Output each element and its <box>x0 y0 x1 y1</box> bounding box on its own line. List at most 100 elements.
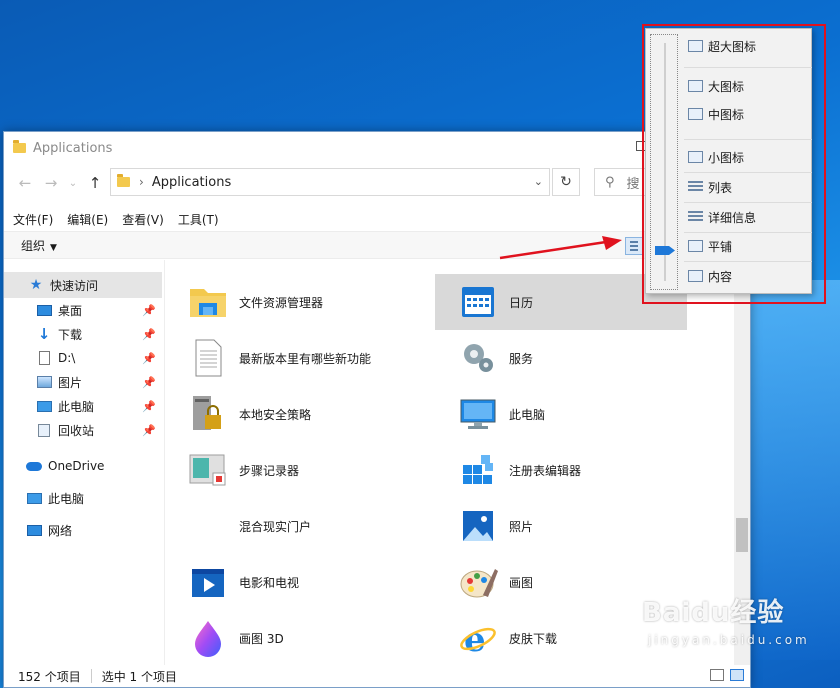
sidebar-item-label: 桌面 <box>58 303 83 318</box>
forward-button[interactable]: → <box>38 170 64 196</box>
menu-edit[interactable]: 编辑(E) <box>67 211 108 228</box>
document-icon <box>187 337 229 379</box>
status-divider <box>90 669 92 683</box>
details-view-icon[interactable] <box>710 669 724 681</box>
tile-label: 服务 <box>509 351 534 366</box>
breadcrumb-chevron-icon: › <box>139 175 144 189</box>
file-explorer-icon <box>187 281 229 323</box>
tile-label: 文件资源管理器 <box>239 295 324 310</box>
large-icons-view-icon[interactable] <box>730 669 744 681</box>
pin-icon: 📌 <box>142 352 156 365</box>
tile-label: 步骤记录器 <box>239 463 300 478</box>
computer-icon <box>26 491 42 505</box>
network-icon <box>26 523 42 537</box>
annotation-highlight-box <box>642 24 826 304</box>
organize-button[interactable]: 组织 ▼ <box>21 237 57 254</box>
pin-icon: 📌 <box>142 376 156 389</box>
sidebar-item-network[interactable]: 网络 <box>4 514 162 546</box>
tile-services[interactable]: 服务 <box>435 330 687 386</box>
photos-icon <box>457 505 499 547</box>
sidebar-item-label: D:\ <box>58 351 76 365</box>
sidebar-item-downloads[interactable]: ↓ 下载 📌 <box>4 322 162 346</box>
title-bar: Applications <box>4 132 750 164</box>
tile-this-pc[interactable]: 此电脑 <box>435 386 687 442</box>
search-placeholder: 搜 <box>626 176 640 192</box>
tile-steps-recorder[interactable]: 步骤记录器 <box>165 442 417 498</box>
tile-label: 最新版本里有哪些新功能 <box>239 351 372 366</box>
tile-movies-tv[interactable]: 电影和电视 <box>165 554 417 610</box>
tile-label: 画图 3D <box>239 631 284 646</box>
tile-local-security-policy[interactable]: 本地安全策略 <box>165 386 417 442</box>
drive-icon <box>36 351 52 365</box>
registry-editor-icon <box>457 449 499 491</box>
menu-view[interactable]: 查看(V) <box>122 211 164 228</box>
sidebar-item-desktop[interactable]: 桌面 📌 <box>4 298 162 322</box>
sidebar-item-recycle-bin[interactable]: 回收站 📌 <box>4 418 162 442</box>
computer-icon <box>36 399 52 413</box>
menu-bar: 文件(F) 编辑(E) 查看(V) 工具(T) <box>4 208 750 230</box>
sidebar-item-label: 图片 <box>58 375 83 390</box>
internet-explorer-icon: e <box>457 617 499 660</box>
caret-down-icon: ▼ <box>50 242 57 253</box>
tile-label: 此电脑 <box>509 407 546 422</box>
sidebar-item-d-drive[interactable]: D:\ 📌 <box>4 346 162 370</box>
steps-recorder-icon <box>187 449 229 491</box>
navigation-bar: ← → ⌄ ↑ › Applications ⌄ ↻ ⚲ 搜 <box>4 166 754 200</box>
download-icon: ↓ <box>37 325 51 343</box>
tile-label: 混合现实门户 <box>239 519 312 534</box>
svg-text:e: e <box>464 620 486 659</box>
sidebar-item-this-pc-pinned[interactable]: 此电脑 📌 <box>4 394 162 418</box>
tile-photos[interactable]: 照片 <box>435 498 687 554</box>
navigation-pane: ★ 快速访问 桌面 📌 ↓ 下载 📌 D:\ 📌 图片 📌 此电脑 📌 回收站 … <box>4 272 162 665</box>
calendar-icon <box>457 281 499 323</box>
pin-icon: 📌 <box>142 304 156 317</box>
sidebar-item-label: 回收站 <box>58 423 95 438</box>
refresh-button[interactable]: ↻ <box>552 168 580 196</box>
watermark-url: jingyan.baidu.com <box>648 633 810 647</box>
tile-file-explorer[interactable]: 文件资源管理器 <box>165 274 417 330</box>
computer-icon <box>457 393 499 435</box>
tile-label: 电影和电视 <box>239 575 300 590</box>
sidebar-item-label: 此电脑 <box>48 491 85 506</box>
tile-mixed-reality-portal[interactable]: 混合现实门户 <box>165 498 417 554</box>
selected-count: 选中 1 个项目 <box>101 669 177 684</box>
desktop-icon <box>36 303 52 317</box>
tile-paint-3d[interactable]: 画图 3D <box>165 610 417 666</box>
address-path: Applications <box>151 174 232 190</box>
recent-locations-button[interactable]: ⌄ <box>64 170 82 196</box>
sidebar-item-quick-access[interactable]: ★ 快速访问 <box>4 272 162 298</box>
back-button[interactable]: ← <box>12 170 38 196</box>
status-view-switcher <box>710 669 744 681</box>
paint-icon <box>457 561 499 603</box>
tile-label: 本地安全策略 <box>239 407 312 422</box>
pin-icon: 📌 <box>142 400 156 413</box>
arrow-right-icon: → <box>44 174 58 192</box>
tile-label: 日历 <box>509 295 534 310</box>
refresh-icon: ↻ <box>560 174 572 190</box>
file-explorer-window: Applications ← → ⌄ ↑ › Applications ⌄ ↻ … <box>3 131 754 688</box>
tile-label: 照片 <box>509 519 534 534</box>
pin-icon: 📌 <box>142 424 156 437</box>
tile-label: 画图 <box>509 575 534 590</box>
pictures-icon <box>36 375 52 389</box>
menu-tools[interactable]: 工具(T) <box>178 211 219 228</box>
chevron-down-icon[interactable]: ⌄ <box>534 175 543 188</box>
tile-whats-new[interactable]: 最新版本里有哪些新功能 <box>165 330 417 386</box>
services-gear-icon <box>457 337 499 379</box>
tile-label: 皮肤下载 <box>509 631 558 646</box>
sidebar-item-label: 此电脑 <box>58 399 95 414</box>
sidebar-item-pictures[interactable]: 图片 📌 <box>4 370 162 394</box>
sidebar-item-this-pc[interactable]: 此电脑 <box>4 482 162 514</box>
scrollbar-thumb[interactable] <box>736 518 748 552</box>
folder-icon <box>117 174 130 187</box>
up-button[interactable]: ↑ <box>82 170 108 196</box>
menu-file[interactable]: 文件(F) <box>13 211 53 228</box>
baidu-watermark: Baidu经验 jingyan.baidu.com <box>642 592 810 647</box>
tile-registry-editor[interactable]: 注册表编辑器 <box>435 442 687 498</box>
sidebar-item-onedrive[interactable]: OneDrive <box>4 450 162 482</box>
chevron-down-icon: ⌄ <box>68 177 78 189</box>
paint-3d-icon <box>187 617 229 659</box>
folder-icon <box>13 140 26 153</box>
sidebar-item-label: OneDrive <box>48 459 105 473</box>
address-bar[interactable]: › Applications ⌄ <box>110 168 550 196</box>
